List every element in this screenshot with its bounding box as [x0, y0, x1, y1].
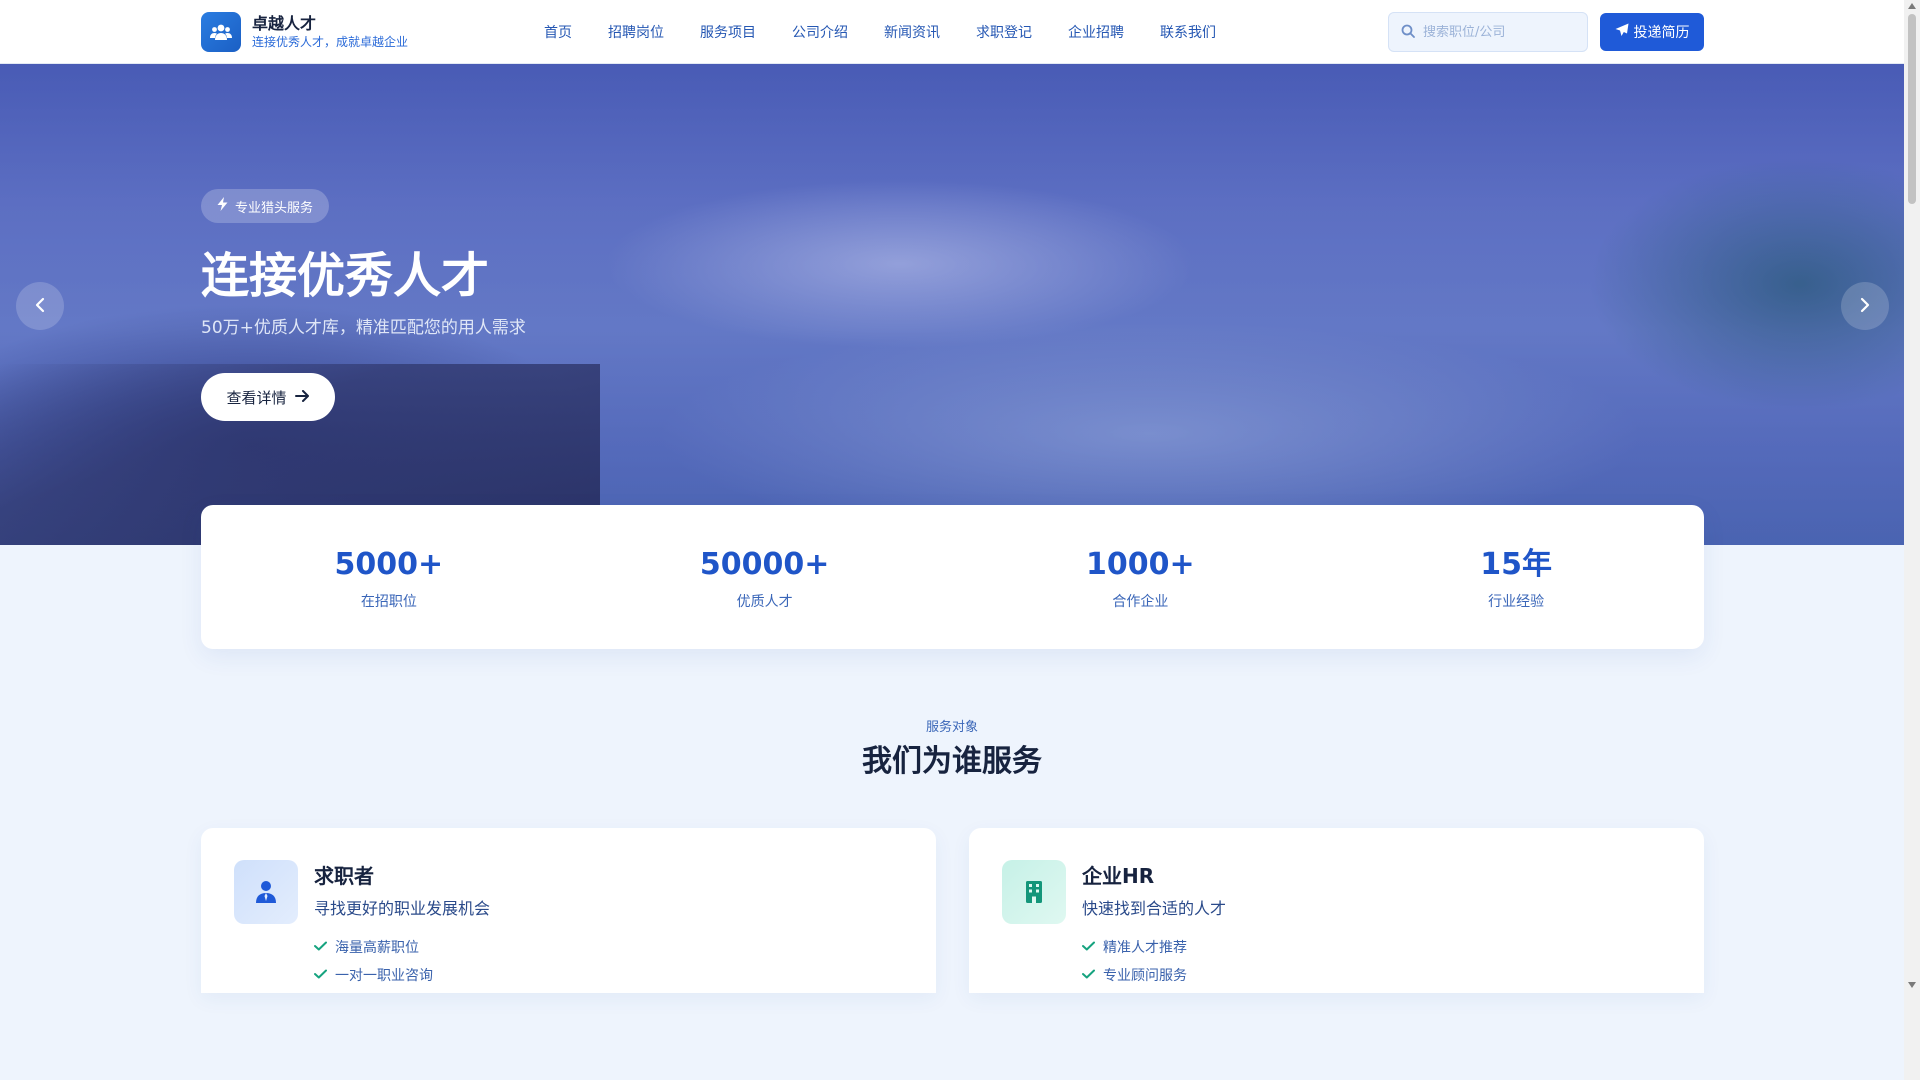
check-icon: [314, 967, 335, 983]
job-seeker-card[interactable]: 求职者 寻找更好的职业发展机会 海量高薪职位 一对一职业咨询: [201, 828, 936, 993]
nav-item-about[interactable]: 公司介绍: [792, 22, 848, 42]
list-item: 专业顾问服务: [1082, 964, 1187, 986]
nav-item-enterprise-hiring[interactable]: 企业招聘: [1068, 22, 1124, 42]
submit-resume-label: 投递简历: [1633, 25, 1690, 41]
users-icon: [201, 12, 241, 52]
feature-list: 海量高薪职位 一对一职业咨询: [314, 936, 433, 992]
nav-item-contact[interactable]: 联系我们: [1160, 22, 1216, 42]
nav-item-news[interactable]: 新闻资讯: [884, 22, 940, 42]
search-icon: [1401, 23, 1415, 42]
card-title: 求职者: [314, 864, 374, 888]
check-icon: [314, 939, 335, 955]
brand-title: 卓越人才: [252, 14, 317, 33]
stats-panel: 5000+ 在招职位 50000+ 优质人才 1000+ 合作企业 15年 行业…: [201, 505, 1704, 649]
nav-item-services[interactable]: 服务项目: [700, 22, 756, 42]
hero-description: 50万+优质人才库，精准匹配您的用人需求: [201, 318, 526, 338]
stat-value: 1000+: [1086, 547, 1195, 582]
bolt-icon: [217, 197, 235, 215]
check-icon: [1082, 967, 1103, 983]
building-icon: [1002, 860, 1066, 924]
stat-label: 行业经验: [1488, 594, 1545, 610]
stat-item: 1000+ 合作企业: [953, 505, 1329, 649]
stat-label: 优质人才: [736, 594, 793, 610]
stat-item: 50000+ 优质人才: [577, 505, 953, 649]
submit-resume-button[interactable]: 投递简历: [1600, 13, 1704, 51]
chevron-right-icon: [1860, 297, 1870, 316]
main-nav: 首页 招聘岗位 服务项目 公司介绍 新闻资讯 求职登记 企业招聘 联系我们: [544, 0, 1252, 64]
nav-item-job-seeker-register[interactable]: 求职登记: [976, 22, 1032, 42]
arrow-right-icon: [287, 388, 310, 406]
list-item: 精准人才推荐: [1082, 936, 1187, 958]
stat-value: 15年: [1480, 547, 1552, 582]
stat-label: 在招职位: [360, 594, 417, 610]
search-box: [1388, 12, 1588, 52]
feature-label: 一对一职业咨询: [335, 968, 433, 984]
carousel-prev-button[interactable]: [16, 282, 64, 330]
section-title: 我们为谁服务: [862, 744, 1042, 779]
page-scrollbar[interactable]: [1904, 0, 1920, 1080]
feature-label: 海量高薪职位: [335, 940, 419, 956]
search-input[interactable]: [1423, 24, 1573, 40]
list-item: 一对一职业咨询: [314, 964, 433, 986]
scroll-up-arrow-icon[interactable]: [1908, 3, 1916, 9]
feature-label: 专业顾问服务: [1103, 968, 1187, 984]
stat-item: 5000+ 在招职位: [201, 505, 577, 649]
card-description: 寻找更好的职业发展机会: [314, 899, 491, 918]
hero-title: 连接优秀人才: [201, 248, 490, 304]
brand-slogan: 连接优秀人才，成就卓越企业: [252, 35, 409, 49]
hero-tag: 专业猎头服务: [201, 189, 330, 223]
hero-banner: 专业猎头服务 连接优秀人才 50万+优质人才库，精准匹配您的用人需求 查看详情: [0, 64, 1904, 545]
feature-list: 精准人才推荐 专业顾问服务: [1082, 936, 1187, 992]
card-description: 快速找到合适的人才: [1082, 899, 1227, 918]
check-icon: [1082, 939, 1103, 955]
nav-item-jobs[interactable]: 招聘岗位: [608, 22, 664, 42]
brand-logo[interactable]: 卓越人才 连接优秀人才，成就卓越企业: [201, 12, 408, 52]
enterprise-hr-card[interactable]: 企业HR 快速找到合适的人才 精准人才推荐 专业顾问服务: [969, 828, 1704, 993]
view-details-button[interactable]: 查看详情: [201, 373, 335, 421]
nav-item-home[interactable]: 首页: [544, 22, 572, 42]
list-item: 海量高薪职位: [314, 936, 433, 958]
paper-plane-icon: [1615, 23, 1634, 41]
view-details-label: 查看详情: [226, 388, 287, 407]
scrollbar-thumb[interactable]: [1908, 14, 1916, 204]
user-tie-icon: [234, 860, 298, 924]
chevron-left-icon: [35, 297, 45, 316]
card-title: 企业HR: [1082, 864, 1155, 888]
site-header: 卓越人才 连接优秀人才，成就卓越企业 首页 招聘岗位 服务项目 公司介绍 新闻资…: [0, 0, 1904, 64]
scroll-down-arrow-icon[interactable]: [1908, 982, 1916, 988]
stat-label: 合作企业: [1112, 594, 1169, 610]
carousel-next-button[interactable]: [1841, 282, 1889, 330]
stat-value: 50000+: [699, 547, 830, 582]
stat-item: 15年 行业经验: [1328, 505, 1704, 649]
section-subtitle: 服务对象: [925, 720, 978, 735]
hero-tag-label: 专业猎头服务: [235, 200, 314, 216]
stat-value: 5000+: [334, 547, 444, 582]
feature-label: 精准人才推荐: [1103, 940, 1187, 956]
